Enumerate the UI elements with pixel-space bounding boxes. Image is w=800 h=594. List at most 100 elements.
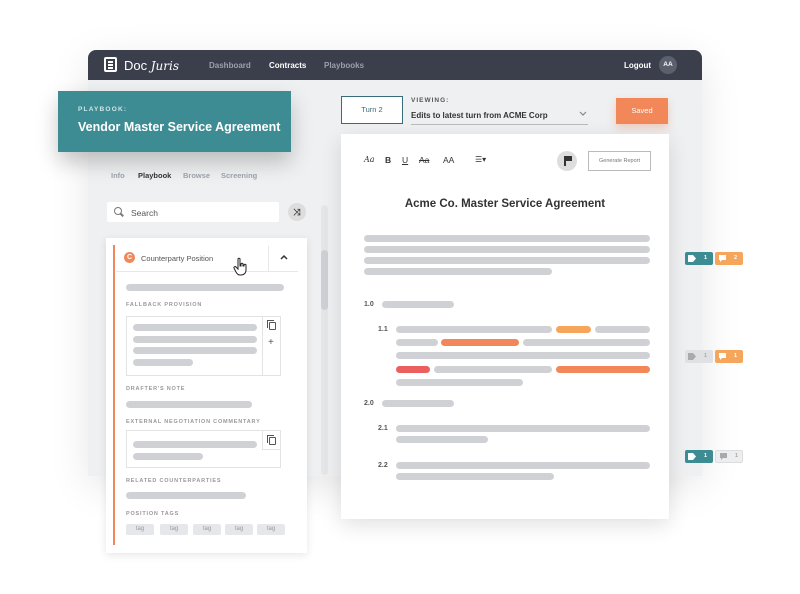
drafter-label: DRAFTER'S NOTE (126, 386, 186, 392)
tab-playbook[interactable]: Playbook (138, 171, 171, 180)
text-line (396, 339, 438, 346)
docjuris-logo-icon (104, 57, 117, 72)
external-label: EXTERNAL NEGOTIATION COMMENTARY (126, 419, 261, 425)
nav-playbooks[interactable]: Playbooks (324, 61, 364, 70)
section-number: 1.1 (378, 326, 388, 333)
tag-count: 1 (704, 453, 708, 459)
text-line (523, 339, 650, 346)
plus-icon[interactable]: + (268, 337, 274, 348)
playbook-title: Vendor Master Service Agreement (78, 120, 281, 134)
text-line (396, 436, 488, 443)
bold-button[interactable]: B (385, 155, 391, 165)
copy-icon[interactable] (267, 320, 276, 330)
scrollbar-thumb[interactable] (321, 250, 328, 310)
text-placeholder (126, 401, 252, 408)
text-placeholder (126, 284, 284, 291)
saved-button[interactable]: Saved (616, 98, 668, 124)
turn-button[interactable]: Turn 2 (341, 96, 403, 124)
avatar[interactable]: AA (659, 56, 677, 74)
text-placeholder (126, 492, 246, 499)
text-line (396, 379, 523, 386)
position-tag[interactable]: tag (225, 524, 253, 535)
comment-count: 1 (735, 453, 739, 459)
comment-annotation[interactable]: 1 (715, 450, 743, 463)
tab-screening[interactable]: Screening (221, 171, 257, 180)
comment-annotation[interactable]: 2 (715, 252, 743, 265)
playbook-kicker: PLAYBOOK: (78, 106, 128, 113)
divider (116, 271, 298, 272)
comment-icon (719, 255, 726, 262)
position-tag[interactable]: tag (257, 524, 285, 535)
list-button[interactable]: ☰▾ (475, 155, 486, 164)
copy-icon[interactable] (267, 435, 276, 445)
text-line (396, 326, 552, 333)
tag-icon (688, 453, 696, 460)
logo-text: Doc Juris (124, 58, 180, 73)
external-box (126, 430, 281, 468)
tab-info[interactable]: Info (111, 171, 125, 180)
text-placeholder (133, 324, 257, 331)
related-label: RELATED COUNTERPARTIES (126, 478, 222, 484)
text-placeholder (133, 441, 257, 448)
generate-report-button[interactable]: Generate Report (588, 151, 651, 171)
text-placeholder (133, 347, 257, 354)
strikethrough-button[interactable]: Aa (419, 155, 429, 165)
shuffle-icon[interactable]: ⤨ (288, 203, 306, 221)
text-line (364, 235, 650, 242)
tag-count: 1 (704, 255, 708, 261)
nav-contracts[interactable]: Contracts (269, 61, 306, 70)
scrollbar[interactable] (321, 205, 328, 475)
tag-annotation[interactable]: 1 (685, 252, 713, 265)
text-line (595, 326, 650, 333)
section-number: 2.2 (378, 462, 388, 469)
section-number: 2.0 (364, 400, 374, 407)
nav-dashboard[interactable]: Dashboard (209, 61, 251, 70)
highlight-deletion[interactable] (396, 366, 430, 373)
search-placeholder: Search (131, 208, 158, 218)
position-tag[interactable]: tag (193, 524, 221, 535)
highlight-edit[interactable] (441, 339, 519, 346)
position-tag[interactable]: tag (160, 524, 188, 535)
tag-annotation[interactable]: 1 (685, 450, 713, 463)
flag-icon[interactable] (557, 151, 577, 171)
position-title: Counterparty Position (141, 254, 214, 263)
fallback-label: FALLBACK PROVISION (126, 302, 203, 308)
tags-label: POSITION TAGS (126, 511, 180, 517)
highlight-edit[interactable] (556, 326, 591, 333)
comment-icon (720, 453, 727, 460)
text-placeholder (133, 336, 257, 343)
viewing-select[interactable]: Edits to latest turn from ACME Corp (411, 111, 588, 125)
comment-count: 2 (734, 255, 738, 261)
card-accent (113, 245, 115, 545)
comment-count: 1 (734, 353, 738, 359)
comment-annotation[interactable]: 1 (715, 350, 743, 363)
font-button[interactable]: Aa (364, 155, 375, 164)
text-line (382, 400, 454, 407)
search-icon (114, 207, 122, 215)
hand-cursor-icon (233, 257, 249, 277)
highlight-edit[interactable] (556, 366, 650, 373)
tab-browse[interactable]: Browse (183, 171, 210, 180)
font-size-button[interactable]: AA (443, 155, 454, 165)
text-line (396, 425, 650, 432)
text-placeholder (133, 359, 193, 366)
text-line (396, 352, 650, 359)
chevron-down-icon (578, 108, 588, 120)
viewing-label: VIEWING: (411, 97, 450, 104)
underline-button[interactable]: U (402, 155, 408, 165)
section-number: 2.1 (378, 425, 388, 432)
text-line (396, 473, 554, 480)
logout-link[interactable]: Logout (624, 61, 651, 70)
chevron-up-icon (279, 252, 289, 265)
text-line (364, 246, 650, 253)
top-navbar (88, 50, 702, 80)
document-title: Acme Co. Master Service Agreement (404, 198, 606, 210)
section-number: 1.0 (364, 301, 374, 308)
counterparty-icon: C (124, 252, 135, 263)
text-line (396, 462, 650, 469)
position-tag[interactable]: tag (126, 524, 154, 535)
text-line (434, 366, 552, 373)
tag-icon (688, 353, 696, 360)
tag-annotation[interactable]: 1 (685, 350, 713, 363)
comment-icon (719, 353, 726, 360)
